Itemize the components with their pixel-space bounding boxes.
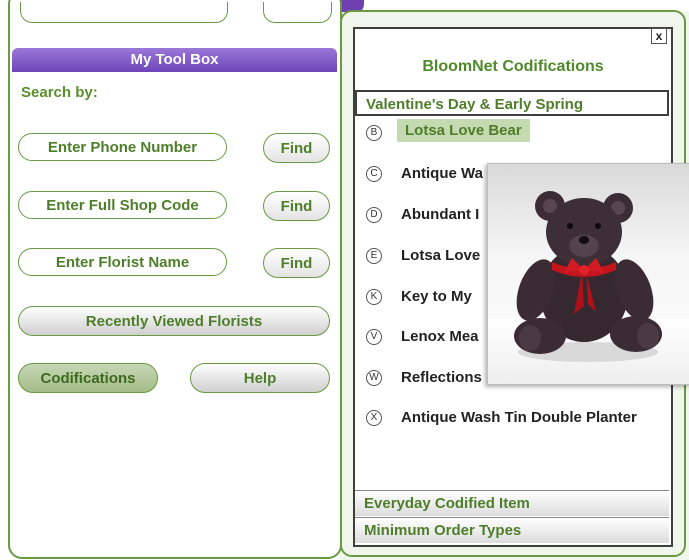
section-valentines[interactable]: Valentine's Day & Early Spring	[355, 90, 669, 116]
codifications-button[interactable]: Codifications	[18, 363, 158, 393]
find-shop-code-button[interactable]: Find	[263, 191, 330, 221]
item-label: Lenox Mea	[401, 328, 479, 345]
search-by-label: Search by:	[21, 84, 98, 101]
letter-k-icon: K	[366, 289, 382, 305]
find-phone-button[interactable]: Find	[263, 133, 330, 163]
teddy-bear-icon	[514, 191, 662, 362]
item-label: Reflections	[401, 369, 482, 386]
letter-x-icon: X	[366, 410, 382, 426]
find-florist-name-button[interactable]: Find	[263, 248, 330, 278]
letter-e-icon: E	[366, 248, 382, 264]
item-label: Antique Wash Tin Double Planter	[401, 409, 637, 426]
letter-w-icon: W	[366, 370, 382, 386]
partial-top-button[interactable]	[263, 2, 332, 23]
item-label: Lotsa Love Bear	[397, 119, 530, 142]
letter-b-icon: B	[366, 125, 382, 141]
partial-top-field[interactable]	[20, 2, 228, 23]
letter-v-icon: V	[366, 329, 382, 345]
close-icon[interactable]: x	[651, 28, 667, 44]
popup-title: BloomNet Codifications	[422, 58, 604, 75]
section-minimum-order-types[interactable]: Minimum Order Types	[355, 517, 669, 543]
letter-d-icon: D	[366, 207, 382, 223]
product-preview-image	[487, 163, 689, 385]
section-everyday-codified[interactable]: Everyday Codified Item	[355, 490, 669, 516]
item-label: Antique Wa	[401, 165, 483, 182]
shop-code-field[interactable]: Enter Full Shop Code	[18, 191, 227, 219]
phone-number-field[interactable]: Enter Phone Number	[18, 133, 227, 161]
item-label: Key to My	[401, 288, 472, 305]
toolbox-header: My Tool Box	[12, 48, 337, 72]
letter-c-icon: C	[366, 166, 382, 182]
item-label: Lotsa Love	[401, 247, 481, 264]
help-button[interactable]: Help	[190, 363, 330, 393]
florist-name-field[interactable]: Enter Florist Name	[18, 248, 227, 276]
item-label: Abundant I	[401, 206, 480, 223]
recently-viewed-florists-button[interactable]: Recently Viewed Florists	[18, 306, 330, 336]
